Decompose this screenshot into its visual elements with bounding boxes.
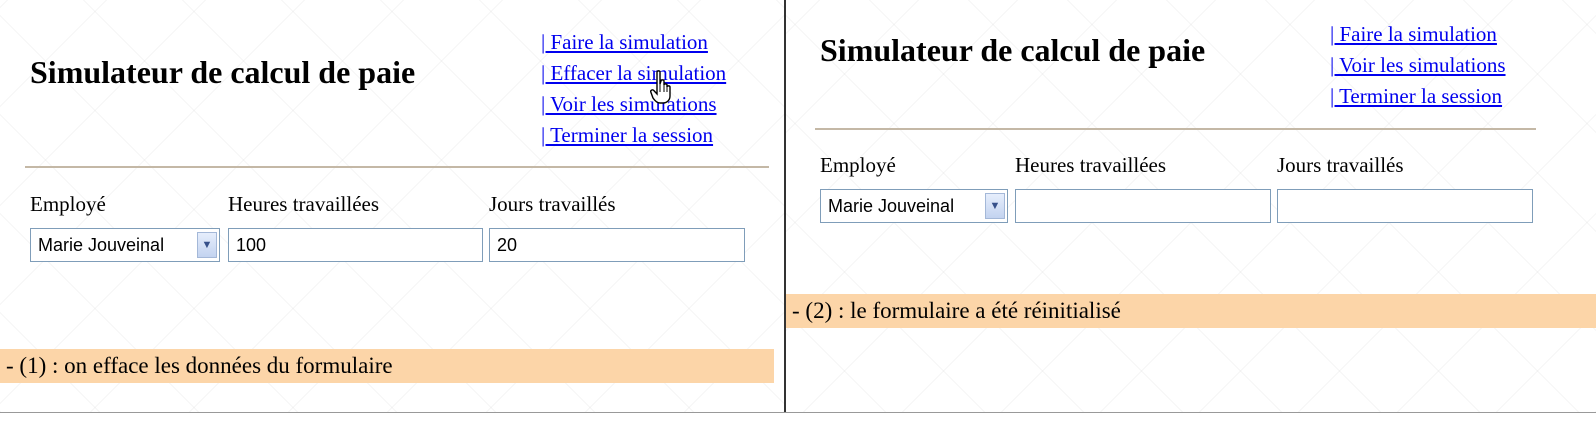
- header-divider: [25, 166, 769, 168]
- menu-link-terminer-session[interactable]: | Terminer la session: [1330, 81, 1506, 112]
- days-label: Jours travaillés: [489, 192, 616, 216]
- employee-label: Employé: [30, 192, 106, 216]
- hours-input[interactable]: [1015, 189, 1271, 223]
- chevron-down-icon[interactable]: ▼: [197, 232, 217, 258]
- employee-select[interactable]: Marie Jouveinal ▼: [30, 228, 220, 262]
- page-title: Simulateur de calcul de paie: [30, 54, 416, 90]
- hours-label: Heures travaillées: [1015, 153, 1167, 177]
- menu-link-faire-simulation[interactable]: | Faire la simulation: [541, 27, 726, 58]
- hours-input[interactable]: 100: [228, 228, 483, 262]
- bottom-border: [0, 412, 1596, 413]
- menu-link-faire-simulation[interactable]: | Faire la simulation: [1330, 19, 1506, 50]
- menu-link-effacer-simulation[interactable]: | Effacer la simulation: [541, 58, 726, 89]
- hand-pointer-icon: [650, 70, 671, 104]
- action-menu: | Faire la simulation | Effacer la simul…: [541, 27, 726, 151]
- employee-select[interactable]: Marie Jouveinal ▼: [820, 189, 1008, 223]
- days-label: Jours travaillés: [1277, 153, 1404, 177]
- employee-select-value: Marie Jouveinal: [38, 235, 165, 255]
- employee-select-value: Marie Jouveinal: [828, 196, 955, 216]
- menu-link-voir-simulations[interactable]: | Voir les simulations: [541, 89, 726, 120]
- action-menu: | Faire la simulation | Voir les simulat…: [1330, 19, 1506, 112]
- chevron-down-icon[interactable]: ▼: [985, 193, 1005, 219]
- menu-link-voir-simulations[interactable]: | Voir les simulations: [1330, 50, 1506, 81]
- days-input[interactable]: 20: [489, 228, 745, 262]
- days-input[interactable]: [1277, 189, 1533, 223]
- hours-label: Heures travaillées: [228, 192, 380, 216]
- employee-label: Employé: [820, 153, 896, 177]
- step-caption: - (1) : on efface les données du formula…: [0, 349, 774, 383]
- page-title: Simulateur de calcul de paie: [820, 32, 1206, 68]
- left-panel: Simulateur de calcul de paie | Faire la …: [0, 0, 784, 412]
- step-caption: - (2) : le formulaire a été réinitialisé: [786, 294, 1596, 328]
- menu-link-terminer-session[interactable]: | Terminer la session: [541, 120, 726, 151]
- right-panel: Simulateur de calcul de paie | Faire la …: [786, 0, 1596, 412]
- header-divider: [815, 128, 1536, 130]
